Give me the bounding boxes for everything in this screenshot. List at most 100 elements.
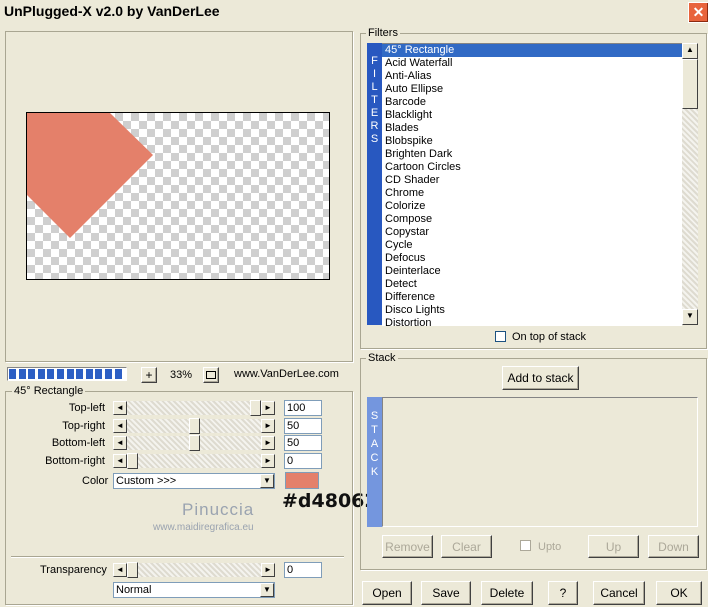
filter-item[interactable]: Chrome (382, 187, 682, 200)
clear-button[interactable]: Clear (441, 535, 492, 558)
filter-item[interactable]: Blobspike (382, 135, 682, 148)
watermark-url: www.maidiregrafica.eu (153, 522, 254, 533)
add-to-stack-button[interactable]: Add to stack (502, 366, 579, 390)
filter-item[interactable]: Blacklight (382, 109, 682, 122)
on-top-checkbox[interactable] (495, 331, 506, 342)
filter-item[interactable]: Anti-Alias (382, 70, 682, 83)
filter-item[interactable]: Barcode (382, 96, 682, 109)
stack-side-strip: STACK (367, 397, 382, 527)
help-button[interactable]: ? (548, 581, 578, 605)
up-button[interactable]: Up (588, 535, 639, 558)
slider-3-track[interactable] (127, 454, 261, 468)
progress-segment (37, 369, 45, 379)
ok-button[interactable]: OK (656, 581, 702, 605)
filter-list[interactable]: 45° Rectangle Acid Waterfall Anti-Alias Aut… (382, 43, 682, 326)
chevron-down-icon[interactable]: ▼ (260, 474, 274, 488)
filter-item[interactable]: Colorize (382, 200, 682, 213)
transparency-thumb[interactable] (127, 562, 138, 578)
slider-3-value[interactable]: 0 (284, 453, 322, 469)
slider-1-value[interactable]: 50 (284, 418, 322, 434)
slider-1-thumb[interactable] (189, 418, 200, 434)
filter-item[interactable]: Distortion (382, 317, 682, 326)
filter-item[interactable]: Acid Waterfall (382, 57, 682, 70)
stack-side-letter: S (370, 410, 379, 422)
transparency-value[interactable]: 0 (284, 562, 322, 578)
arrow-left-icon[interactable]: ◄ (113, 419, 127, 433)
progress-segment (105, 369, 112, 379)
save-button[interactable]: Save (421, 581, 471, 605)
stack-side-label: STACK (367, 409, 382, 479)
stack-group-label: Stack (366, 352, 398, 364)
filter-item[interactable]: 45° Rectangle (382, 44, 682, 57)
remove-button[interactable]: Remove (382, 535, 433, 558)
filter-item[interactable]: Deinterlace (382, 265, 682, 278)
preview-canvas[interactable] (26, 112, 330, 280)
progress-segment (114, 369, 122, 379)
color-swatch[interactable] (285, 472, 319, 489)
slider-3-label: Bottom-right (45, 455, 105, 467)
close-button[interactable]: ✕ (688, 2, 708, 23)
filter-item[interactable]: Difference (382, 291, 682, 304)
upto-checkbox[interactable] (520, 540, 531, 551)
blend-mode-select[interactable]: Normal (113, 582, 275, 598)
params-divider (11, 556, 344, 558)
open-button[interactable]: Open (362, 581, 412, 605)
filter-item[interactable]: Cycle (382, 239, 682, 252)
cancel-button[interactable]: Cancel (593, 581, 645, 605)
filter-item[interactable]: Detect (382, 278, 682, 291)
slider-2-value[interactable]: 50 (284, 435, 322, 451)
stack-list[interactable] (382, 397, 698, 527)
filter-item[interactable]: Blades (382, 122, 682, 135)
filters-side-label: FILTERS (367, 55, 382, 146)
arrow-right-icon[interactable]: ► (261, 401, 275, 415)
color-select[interactable]: Custom >>> (113, 473, 275, 489)
progress-segment (95, 369, 103, 379)
zoom-in-button[interactable]: + (141, 367, 157, 383)
website-link[interactable]: www.VanDerLee.com (234, 368, 339, 380)
filter-item[interactable]: Auto Ellipse (382, 83, 682, 96)
scroll-up-icon[interactable]: ▲ (682, 43, 698, 59)
arrow-right-icon[interactable]: ► (261, 436, 275, 450)
filters-side-strip: FILTERS (367, 43, 382, 325)
on-top-label: On top of stack (512, 331, 586, 343)
color-label: Color (82, 475, 109, 487)
progress-segment (28, 369, 36, 379)
filter-item[interactable]: Defocus (382, 252, 682, 265)
filter-scrollbar[interactable]: ▲ ▼ (682, 43, 698, 325)
window-title: UnPlugged-X v2.0 by VanDerLee (4, 3, 220, 19)
filter-item[interactable]: CD Shader (382, 174, 682, 187)
arrow-left-icon[interactable]: ◄ (113, 401, 127, 415)
filter-item[interactable]: Disco Lights (382, 304, 682, 317)
progress-segment (76, 369, 84, 379)
slider-0-thumb[interactable] (250, 400, 261, 416)
stack-side-letter: T (371, 424, 378, 436)
arrow-right-icon[interactable]: ► (261, 563, 275, 577)
stack-side-letter: K (370, 466, 379, 478)
arrow-left-icon[interactable]: ◄ (113, 454, 127, 468)
filter-item[interactable]: Brighten Dark (382, 148, 682, 161)
progress-segment (18, 369, 26, 379)
zoom-fit-button[interactable] (203, 367, 219, 383)
arrow-right-icon[interactable]: ► (261, 419, 275, 433)
slider-2-thumb[interactable] (189, 435, 200, 451)
scroll-thumb[interactable] (682, 59, 698, 109)
slider-0-value[interactable]: 100 (284, 400, 322, 416)
arrow-left-icon[interactable]: ◄ (113, 436, 127, 450)
filters-side-letter: L (371, 81, 378, 93)
filter-item[interactable]: Copystar (382, 226, 682, 239)
transparency-track[interactable] (127, 563, 261, 577)
filter-item[interactable]: Compose (382, 213, 682, 226)
progress-segment (66, 369, 74, 379)
arrow-left-icon[interactable]: ◄ (113, 563, 127, 577)
chevron-down-icon[interactable]: ▼ (260, 583, 274, 597)
filter-item[interactable]: Cartoon Circles (382, 161, 682, 174)
scroll-down-icon[interactable]: ▼ (682, 309, 698, 325)
slider-3-thumb[interactable] (127, 453, 138, 469)
down-button[interactable]: Down (648, 535, 699, 558)
slider-2-label: Bottom-left (51, 437, 105, 449)
slider-0-track[interactable] (127, 401, 261, 415)
delete-button[interactable]: Delete (481, 581, 533, 605)
stack-side-letter: A (370, 438, 379, 450)
arrow-right-icon[interactable]: ► (261, 454, 275, 468)
zoom-level: 33% (170, 369, 193, 381)
